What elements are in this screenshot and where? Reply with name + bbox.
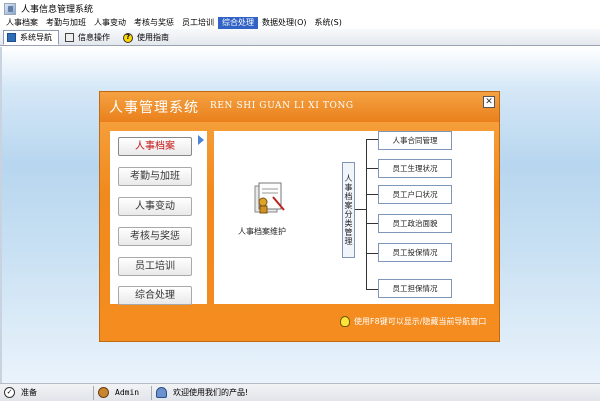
- category-label: 人事档案分类管理: [344, 174, 353, 246]
- status-user-text: Admin: [115, 388, 140, 397]
- physiological-status-button[interactable]: 员工生理状况: [378, 159, 452, 178]
- selected-arrow-icon: [198, 135, 204, 145]
- connector-line: [366, 223, 378, 224]
- left-menu-training[interactable]: 员工培训: [118, 257, 192, 276]
- menu-bar: 人事档案 考勤与加班 人事变动 考核与奖惩 员工培训 综合处理 数据处理(O) …: [0, 17, 600, 29]
- menu-item-integrated[interactable]: 综合处理: [218, 17, 258, 29]
- menu-item-assessment[interactable]: 考核与奖惩: [130, 17, 178, 29]
- status-welcome-text: 欢迎使用我们的产品!: [173, 388, 249, 397]
- title-bar: 人事信息管理系统: [0, 0, 600, 17]
- ready-icon: ✓: [4, 387, 15, 398]
- menu-item-personnel-files[interactable]: 人事档案: [2, 17, 42, 29]
- status-user: Admin: [93, 385, 151, 400]
- status-ready: ✓ 准备: [0, 386, 93, 400]
- panel-header: 人事管理系统 REN SHI GUAN LI XI TONG ✕: [100, 92, 499, 122]
- info-operation-icon: [65, 33, 74, 42]
- status-welcome: 欢迎使用我们的产品!: [151, 385, 600, 400]
- household-status-button[interactable]: 员工户口状况: [378, 185, 452, 204]
- tab-system-navigation[interactable]: 系统导航: [3, 30, 59, 45]
- political-status-button[interactable]: 员工政治面貌: [378, 214, 452, 233]
- menu-item-training[interactable]: 员工培训: [178, 17, 218, 29]
- connector-line: [366, 253, 378, 254]
- tab-user-guide[interactable]: ? 使用指南: [119, 30, 176, 45]
- personnel-file-maintenance-label[interactable]: 人事档案维护: [238, 226, 286, 237]
- tab-info-operation[interactable]: 信息操作: [61, 30, 117, 45]
- menu-item-data-processing[interactable]: 数据处理(O): [258, 17, 311, 29]
- tab-bar: 系统导航 信息操作 ? 使用指南: [0, 29, 600, 46]
- connector-line: [366, 168, 378, 169]
- connector-line: [366, 289, 378, 290]
- help-icon: ?: [123, 32, 133, 43]
- connector-line: [366, 139, 378, 140]
- connector-line: [366, 139, 367, 289]
- lightbulb-icon: [340, 316, 350, 327]
- status-ready-text: 准备: [21, 388, 37, 397]
- navigation-panel: 人事管理系统 REN SHI GUAN LI XI TONG ✕ 人事档案 考勤…: [99, 91, 500, 342]
- guarantee-status-button[interactable]: 员工担保情况: [378, 279, 452, 298]
- status-bar: ✓ 准备 Admin 欢迎使用我们的产品!: [0, 383, 600, 401]
- close-icon[interactable]: ✕: [483, 96, 495, 108]
- insurance-status-button[interactable]: 员工投保情况: [378, 243, 452, 262]
- workspace: 人事管理系统 REN SHI GUAN LI XI TONG ✕ 人事档案 考勤…: [0, 47, 600, 383]
- menu-item-system[interactable]: 系统(S): [311, 17, 346, 29]
- left-menu-assessment[interactable]: 考核与奖惩: [118, 227, 192, 246]
- app-icon: [4, 2, 16, 15]
- left-menu-personnel-files[interactable]: 人事档案: [118, 137, 192, 156]
- menu-item-personnel-changes[interactable]: 人事变动: [90, 17, 130, 29]
- personnel-file-icon[interactable]: [251, 180, 287, 216]
- contract-management-button[interactable]: 人事合同管理: [378, 131, 452, 150]
- panel-title: 人事管理系统: [109, 100, 199, 116]
- tab-label: 使用指南: [137, 33, 169, 42]
- welcome-icon: [156, 387, 167, 398]
- panel-title-english: REN SHI GUAN LI XI TONG: [210, 101, 354, 111]
- category-box: 人事档案分类管理: [342, 162, 355, 258]
- menu-item-attendance[interactable]: 考勤与加班: [42, 17, 90, 29]
- left-menu: 人事档案 考勤与加班 人事变动 考核与奖惩 员工培训 综合处理: [110, 131, 207, 305]
- left-menu-attendance[interactable]: 考勤与加班: [118, 167, 192, 186]
- user-icon: [98, 387, 109, 398]
- connector-line: [366, 194, 378, 195]
- left-menu-personnel-changes[interactable]: 人事变动: [118, 197, 192, 216]
- tab-label: 信息操作: [78, 33, 110, 42]
- navigation-icon: [7, 33, 16, 42]
- window-title: 人事信息管理系统: [21, 5, 94, 15]
- connector-line: [355, 209, 366, 210]
- tab-label: 系统导航: [20, 33, 52, 42]
- content-area: 人事档案维护 人事档案分类管理 人事合同管理 员工生理状况 员工户口状况 员工政…: [214, 131, 494, 304]
- panel-footer: 使用F8键可以显示/隐藏当前导航窗口: [340, 316, 486, 327]
- f8-hint-text: 使用F8键可以显示/隐藏当前导航窗口: [354, 317, 487, 326]
- left-menu-integrated[interactable]: 综合处理: [118, 286, 192, 305]
